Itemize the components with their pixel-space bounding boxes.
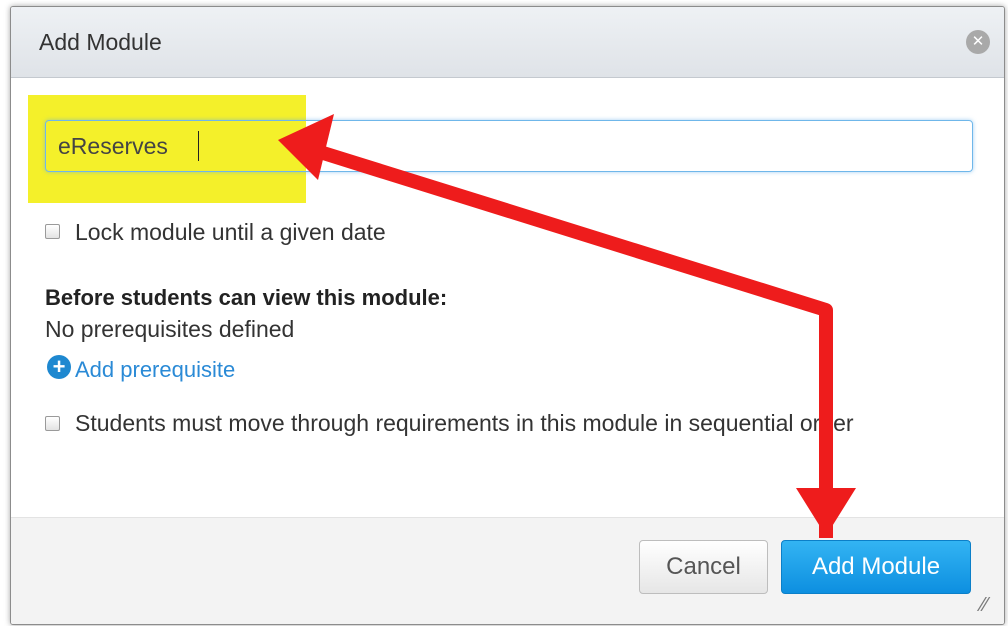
prerequisites-heading: Before students can view this module: [45,285,448,310]
module-name-input[interactable] [45,120,973,172]
sequential-order-label: Students must move through requirements … [75,410,854,436]
add-module-dialog: Add Module ✕ Lock module until a given d… [10,6,1005,625]
dialog-title: Add Module [39,29,162,55]
add-prerequisite-link[interactable]: Add prerequisite [75,357,235,383]
add-module-button[interactable]: Add Module [781,540,971,594]
text-caret [198,131,199,161]
prerequisites-status: No prerequisites defined [45,316,295,342]
resize-grip-icon[interactable]: ⁄⁄ [981,594,988,617]
close-icon[interactable]: ✕ [966,30,990,54]
plus-circle-icon[interactable]: + [47,355,71,379]
cancel-button[interactable]: Cancel [639,540,768,594]
dialog-titlebar[interactable]: Add Module ✕ [11,7,1004,78]
lock-module-label: Lock module until a given date [75,219,386,245]
sequential-order-checkbox[interactable] [45,416,60,431]
lock-module-checkbox[interactable] [45,224,60,239]
